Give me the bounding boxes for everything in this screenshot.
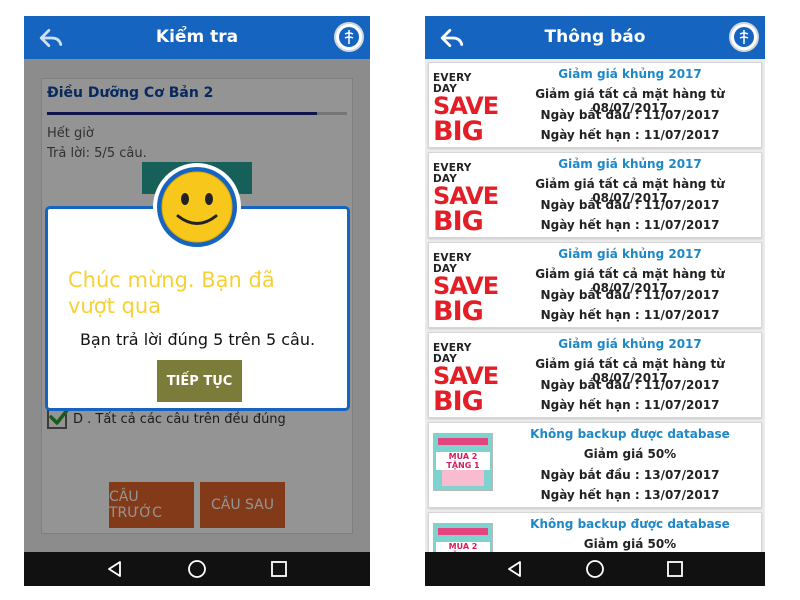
list-item[interactable]: MUA 2 TẶNG 1 Không backup được database … (428, 512, 762, 552)
notification-title: Giảm giá khủng 2017 (558, 247, 702, 261)
triangle-back-icon[interactable] (103, 557, 127, 581)
notification-list[interactable]: EVERY DAY SAVE BIG Giảm giá khủng 2017 G… (425, 59, 765, 552)
circle-home-icon[interactable] (583, 557, 607, 581)
circle-home-icon[interactable] (185, 557, 209, 581)
list-item[interactable]: EVERY DAY SAVE BIG Giảm giá khủng 2017 G… (428, 242, 762, 328)
notification-description: Giảm giá 50% (583, 537, 677, 551)
notification-start-date: Ngày bắt đầu : 11/07/2017 (540, 288, 720, 302)
notification-end-date: Ngày hết hạn : 11/07/2017 (540, 218, 720, 232)
notification-title: Không backup được database (530, 517, 730, 531)
notification-start-date: Ngày bắt đầu : 11/07/2017 (540, 108, 720, 122)
score-message: Bạn trả lời đúng 5 trên 5 câu. (79, 330, 316, 349)
caduceus-logo-icon (334, 22, 364, 52)
notification-title: Giảm giá khủng 2017 (558, 337, 702, 351)
page-title: Kiểm tra (155, 27, 239, 47)
list-item[interactable]: EVERY DAY SAVE BIG Giảm giá khủng 2017 G… (428, 152, 762, 238)
notification-description: Giảm giá 50% (583, 447, 677, 461)
notifications-screen: Thông báo EVERY DAY SAVE BIG Giảm giá kh… (425, 16, 765, 586)
list-item[interactable]: EVERY DAY SAVE BIG Giảm giá khủng 2017 G… (428, 62, 762, 148)
caduceus-logo-icon (729, 22, 759, 52)
promo-image: EVERY DAY SAVE BIG (433, 342, 499, 417)
app-bar: Thông báo (425, 16, 765, 59)
quiz-screen: Kiểm tra Điều Dưỡng Cơ Bản 2 Hết giờ Trả… (24, 16, 370, 586)
smiley-icon (151, 161, 243, 253)
notification-end-date: Ngày hết hạn : 11/07/2017 (540, 398, 720, 412)
app-bar: Kiểm tra (24, 16, 370, 59)
notification-title: Giảm giá khủng 2017 (558, 67, 702, 81)
notification-title: Không backup được database (530, 427, 730, 441)
promo-image: MUA 2 TẶNG 1 (433, 523, 493, 552)
square-recent-icon[interactable] (663, 557, 687, 581)
list-item[interactable]: MUA 2 TẶNG 1 Không backup được database … (428, 422, 762, 508)
notification-end-date: Ngày hết hạn : 11/07/2017 (540, 128, 720, 142)
promo-image: EVERY DAY SAVE BIG (433, 162, 499, 237)
square-recent-icon[interactable] (267, 557, 291, 581)
notification-start-date: Ngày bắt đầu : 13/07/2017 (540, 468, 720, 482)
continue-button[interactable]: TIẾP TỤC (157, 360, 242, 402)
congrats-message: Chúc mừng. Bạn đã vượt qua (68, 268, 275, 318)
notification-end-date: Ngày hết hạn : 11/07/2017 (540, 308, 720, 322)
notification-start-date: Ngày bắt đầu : 11/07/2017 (540, 378, 720, 392)
notification-title: Giảm giá khủng 2017 (558, 157, 702, 171)
notification-start-date: Ngày bắt đầu : 11/07/2017 (540, 198, 720, 212)
promo-image: EVERY DAY SAVE BIG (433, 252, 499, 327)
notification-end-date: Ngày hết hạn : 13/07/2017 (540, 488, 720, 502)
promo-image: MUA 2 TẶNG 1 (433, 433, 493, 491)
system-nav-bar (425, 552, 765, 586)
triangle-back-icon[interactable] (503, 557, 527, 581)
page-title: Thông báo (544, 27, 646, 47)
promo-image: EVERY DAY SAVE BIG (433, 72, 499, 147)
system-nav-bar (24, 552, 370, 586)
list-item[interactable]: EVERY DAY SAVE BIG Giảm giá khủng 2017 G… (428, 332, 762, 418)
